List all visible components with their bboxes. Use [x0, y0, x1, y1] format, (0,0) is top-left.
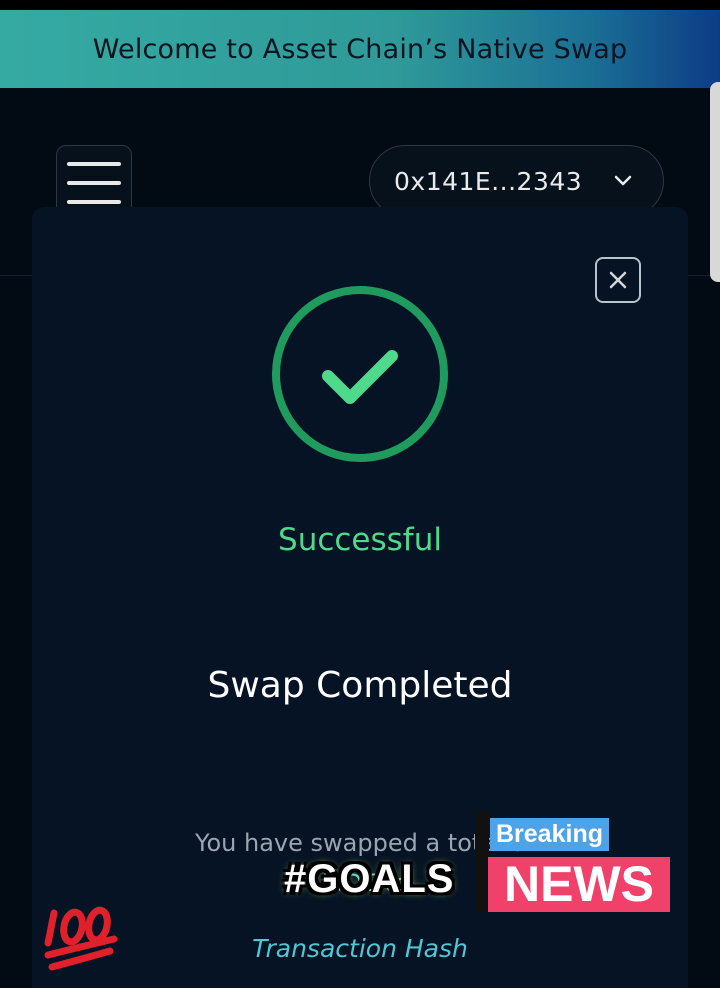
- wallet-address: 0x141E...2343: [394, 166, 583, 196]
- close-button[interactable]: [595, 257, 641, 303]
- close-icon: [609, 271, 627, 289]
- modal-title: Swap Completed: [207, 665, 513, 706]
- check-circle-icon: [272, 286, 448, 462]
- chevron-down-icon: [614, 175, 632, 186]
- sticker-shadow: [475, 812, 489, 912]
- welcome-banner: Welcome to Asset Chain’s Native Swap: [0, 10, 720, 88]
- news-sticker: NEWS: [488, 857, 670, 912]
- hundred-points-icon: [44, 906, 118, 971]
- scrollbar-thumb[interactable]: [710, 82, 720, 282]
- goals-sticker: #GOALS: [284, 857, 455, 901]
- breaking-sticker: Breaking: [490, 818, 609, 851]
- status-text: Successful: [278, 522, 442, 558]
- banner-text: Welcome to Asset Chain’s Native Swap: [92, 33, 628, 65]
- transaction-hash-link[interactable]: Transaction Hash: [32, 934, 688, 963]
